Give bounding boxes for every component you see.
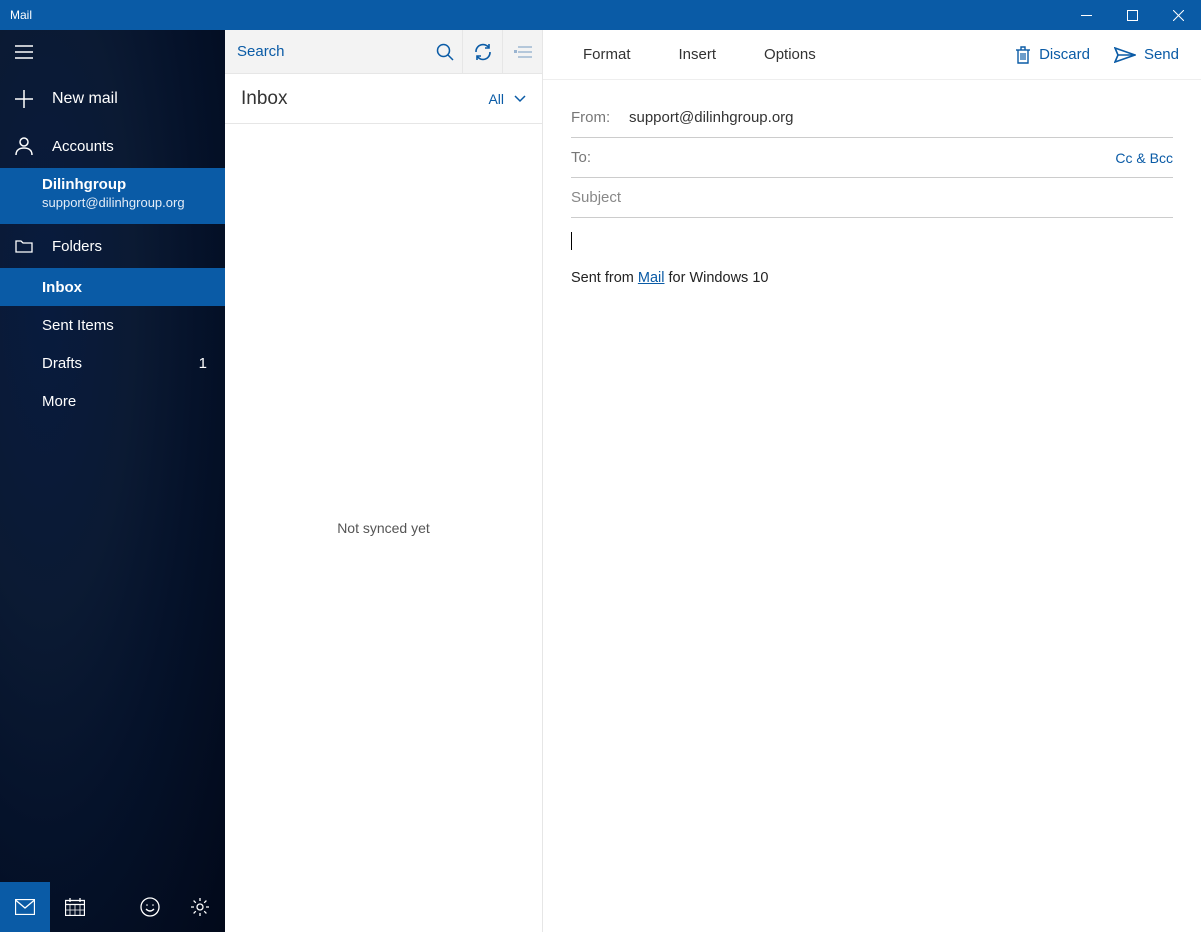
hamburger-icon xyxy=(15,45,33,59)
folder-label: More xyxy=(42,393,76,410)
window-title: Mail xyxy=(0,8,32,22)
close-button[interactable] xyxy=(1155,0,1201,30)
folder-sent[interactable]: Sent Items xyxy=(0,306,225,344)
calendar-app-button[interactable] xyxy=(50,882,100,932)
accounts-label: Accounts xyxy=(52,138,114,155)
new-mail-label: New mail xyxy=(52,90,118,108)
folder-drafts[interactable]: Drafts 1 xyxy=(0,344,225,382)
send-icon xyxy=(1114,47,1136,63)
minimize-button[interactable] xyxy=(1063,0,1109,30)
to-input[interactable] xyxy=(629,149,1105,166)
close-icon xyxy=(1173,10,1184,21)
discard-label: Discard xyxy=(1039,46,1090,63)
send-label: Send xyxy=(1144,46,1179,63)
folder-inbox[interactable]: Inbox xyxy=(0,268,225,306)
smiley-icon xyxy=(140,897,160,917)
folder-more[interactable]: More xyxy=(0,382,225,420)
message-list-pane: Inbox All Not synced yet xyxy=(225,30,543,932)
subject-row xyxy=(571,178,1173,218)
cc-bcc-button[interactable]: Cc & Bcc xyxy=(1115,150,1173,166)
folder-label: Drafts xyxy=(42,355,82,372)
person-icon xyxy=(15,137,33,155)
maximize-icon xyxy=(1127,10,1138,21)
signature: Sent from Mail for Windows 10 xyxy=(571,270,1173,286)
from-label: From: xyxy=(571,109,619,126)
folder-count: 1 xyxy=(199,355,207,372)
sidebar-bottom-bar xyxy=(0,882,225,932)
new-mail-button[interactable]: New mail xyxy=(0,74,225,124)
to-row: To: Cc & Bcc xyxy=(571,138,1173,178)
account-email: support@dilinhgroup.org xyxy=(42,195,211,210)
message-list-toolbar xyxy=(225,30,542,74)
plus-icon xyxy=(15,90,33,108)
feedback-button[interactable] xyxy=(125,882,175,932)
list-title: Inbox xyxy=(241,88,287,110)
sync-button[interactable] xyxy=(462,30,502,74)
window-titlebar: Mail xyxy=(0,0,1201,30)
discard-button[interactable]: Discard xyxy=(1009,46,1096,64)
filter-label: All xyxy=(488,91,504,107)
compose-pane: Format Insert Options Discard xyxy=(543,30,1201,932)
hamburger-button[interactable] xyxy=(14,45,34,59)
from-row[interactable]: From: support@dilinhgroup.org xyxy=(571,98,1173,138)
refresh-icon xyxy=(473,42,493,62)
mail-app-button[interactable] xyxy=(0,882,50,932)
accounts-header[interactable]: Accounts xyxy=(0,124,225,168)
signature-link[interactable]: Mail xyxy=(638,270,665,286)
filter-dropdown[interactable]: All xyxy=(488,91,526,107)
from-value: support@dilinhgroup.org xyxy=(629,109,794,126)
folders-header[interactable]: Folders xyxy=(0,224,225,268)
maximize-button[interactable] xyxy=(1109,0,1155,30)
empty-state-text: Not synced yet xyxy=(337,520,430,536)
settings-button[interactable] xyxy=(175,882,225,932)
account-item[interactable]: Dilinhgroup support@dilinhgroup.org xyxy=(0,168,225,224)
message-list-header: Inbox All xyxy=(225,74,542,124)
folders-label: Folders xyxy=(52,238,102,255)
compose-body[interactable]: Sent from Mail for Windows 10 xyxy=(543,218,1201,300)
message-list-body: Not synced yet xyxy=(225,124,542,932)
gear-icon xyxy=(190,897,210,917)
tab-options[interactable]: Options xyxy=(746,30,834,80)
calendar-icon xyxy=(65,898,85,916)
folder-label: Sent Items xyxy=(42,317,114,334)
tab-insert[interactable]: Insert xyxy=(661,30,735,80)
multiselect-icon xyxy=(514,45,532,59)
send-button[interactable]: Send xyxy=(1108,46,1185,63)
select-mode-button[interactable] xyxy=(502,30,542,74)
subject-input[interactable] xyxy=(571,189,1173,206)
search-icon[interactable] xyxy=(436,43,454,61)
to-label: To: xyxy=(571,149,619,166)
folder-icon xyxy=(15,239,33,253)
account-name: Dilinhgroup xyxy=(42,176,211,193)
text-cursor xyxy=(571,232,572,250)
tab-format[interactable]: Format xyxy=(543,30,649,80)
sidebar: New mail Accounts Dilinhgroup support@di… xyxy=(0,30,225,932)
chevron-down-icon xyxy=(514,95,526,103)
signature-pre: Sent from xyxy=(571,270,638,286)
mail-icon xyxy=(15,899,35,915)
folder-label: Inbox xyxy=(42,279,82,296)
compose-toolbar: Format Insert Options Discard xyxy=(543,30,1201,80)
signature-post: for Windows 10 xyxy=(664,270,768,286)
trash-icon xyxy=(1015,46,1031,64)
minimize-icon xyxy=(1081,10,1092,21)
search-input[interactable] xyxy=(237,43,436,60)
